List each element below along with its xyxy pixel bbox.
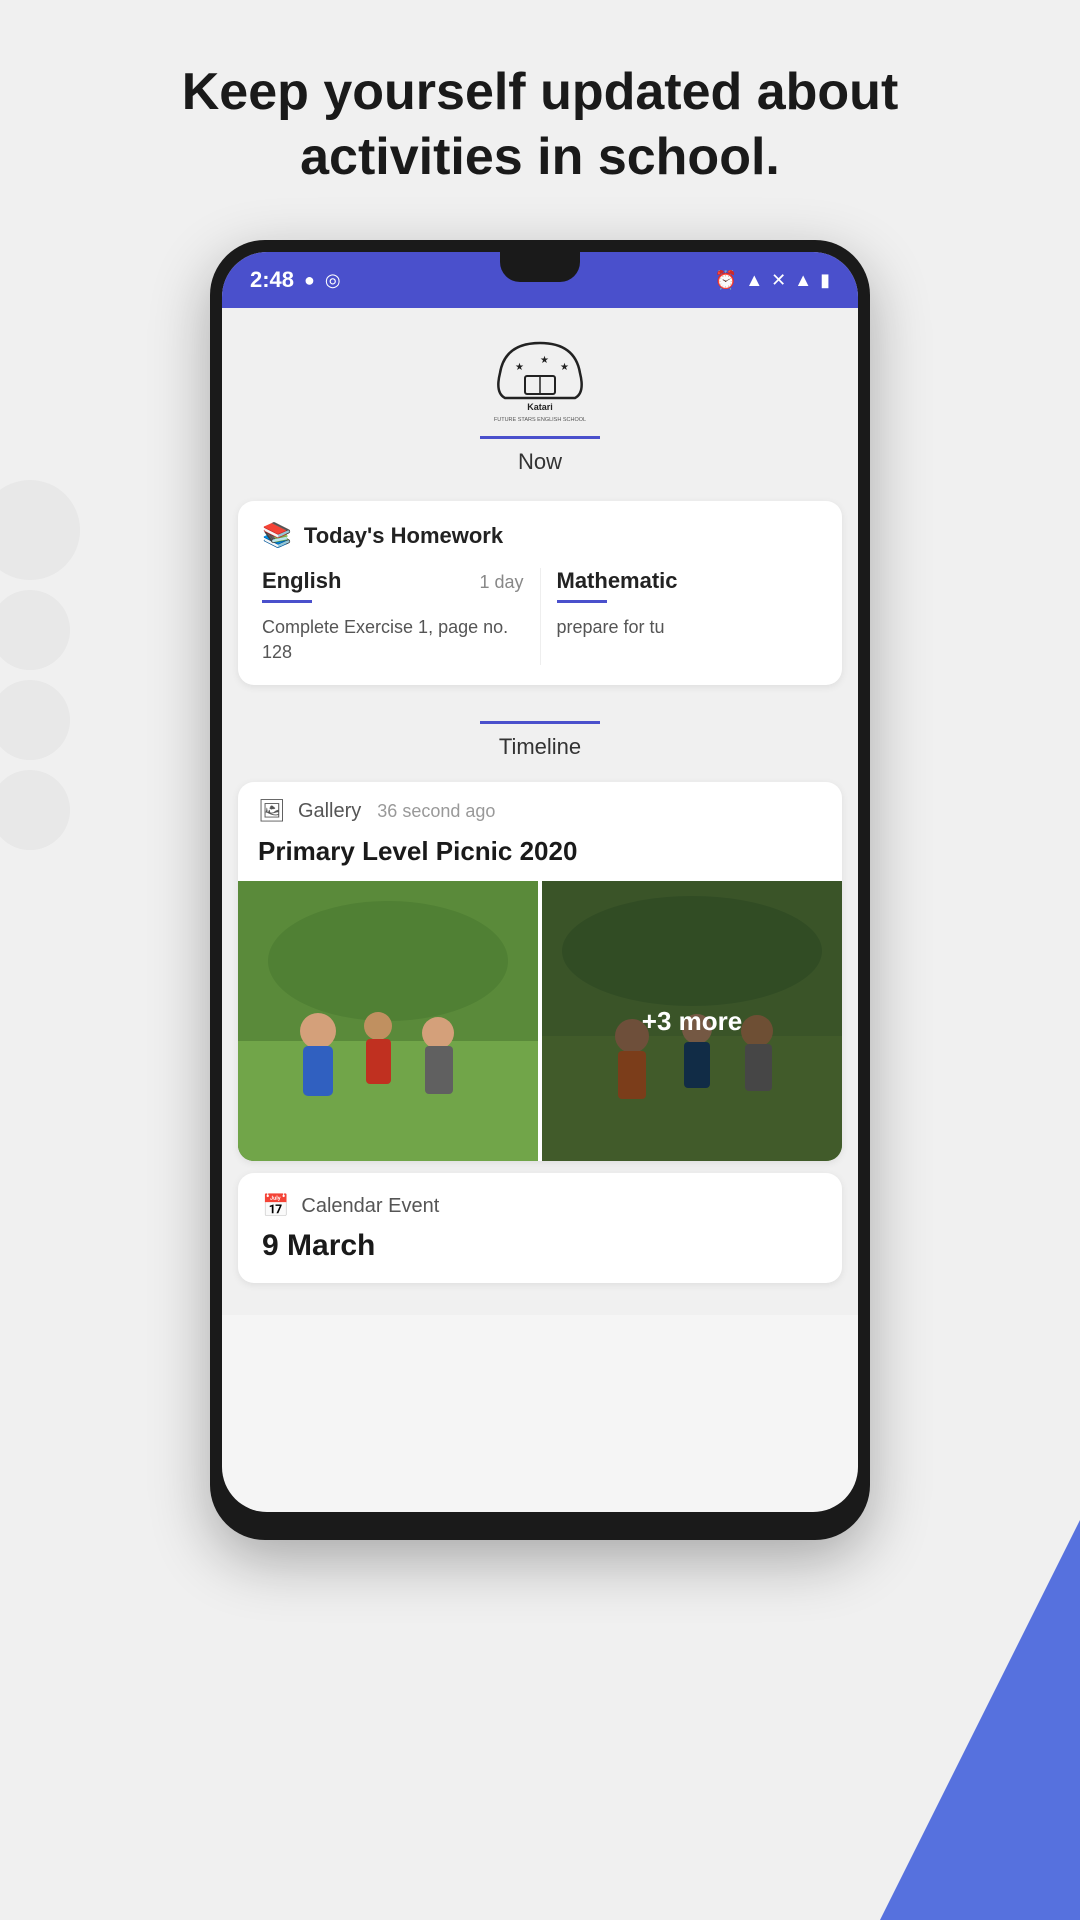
gallery-image-1[interactable] <box>238 881 538 1161</box>
hw-english-days: 1 day <box>479 572 523 593</box>
gallery-card: 🖼 Gallery 36 second ago Primary Level Pi… <box>238 782 842 1161</box>
bg-triangle-decoration <box>880 1520 1080 1920</box>
status-icon-signal: ▲ <box>794 270 812 291</box>
logo-section: ★ ★ ★ Katari FUTURE STARS ENGLISH SCHOOL <box>222 308 858 485</box>
notch <box>500 252 580 282</box>
timeline-label[interactable]: Timeline <box>499 734 581 760</box>
gallery-image-2[interactable]: +3 more <box>542 881 842 1161</box>
homework-card-title: Today's Homework <box>304 523 503 549</box>
more-overlay: +3 more <box>542 881 842 1161</box>
app-content: ★ ★ ★ Katari FUTURE STARS ENGLISH SCHOOL <box>222 308 858 1315</box>
status-icon-spotify: ● <box>304 270 315 291</box>
phone-screen: 2:48 ● ◎ ⏰ ▲ ✕ ▲ ▮ <box>222 252 858 1512</box>
status-icon-alarm: ⏰ <box>715 270 737 291</box>
timeline-underline <box>480 721 600 724</box>
now-tab-label[interactable]: Now <box>518 449 562 475</box>
status-icon-wifi: ▲ <box>745 270 763 291</box>
hw-math-underline <box>557 600 607 603</box>
gallery-images-row: +3 more <box>238 881 842 1161</box>
homework-item-english: English 1 day Complete Exercise 1, page … <box>262 568 540 665</box>
homework-card-header: 📚 Today's Homework <box>262 521 818 550</box>
calendar-card: 📅 Calendar Event 9 March <box>238 1173 842 1283</box>
homework-row: English 1 day Complete Exercise 1, page … <box>262 568 818 665</box>
status-time: 2:48 <box>250 267 294 293</box>
status-icon-battery: ▮ <box>820 270 830 291</box>
logo-svg: ★ ★ ★ Katari FUTURE STARS ENGLISH SCHOOL <box>485 338 595 428</box>
hw-math-subject-row: Mathematic <box>557 568 819 594</box>
more-count-text: +3 more <box>642 1006 742 1037</box>
calendar-icon: 📅 <box>262 1193 289 1219</box>
gallery-time: 36 second ago <box>377 801 495 822</box>
svg-text:Katari: Katari <box>527 402 553 412</box>
homework-icon: 📚 <box>262 521 292 550</box>
phone-wrapper: 2:48 ● ◎ ⏰ ▲ ✕ ▲ ▮ <box>0 230 1080 1580</box>
svg-text:★: ★ <box>515 362 524 373</box>
svg-text:FUTURE STARS ENGLISH SCHOOL: FUTURE STARS ENGLISH SCHOOL <box>494 417 586 423</box>
homework-item-math: Mathematic prepare for tu <box>540 568 819 665</box>
svg-text:★: ★ <box>540 355 549 366</box>
calendar-event-date: 9 March <box>262 1229 818 1263</box>
hw-english-subject-row: English 1 day <box>262 568 524 594</box>
status-bar: 2:48 ● ◎ ⏰ ▲ ✕ ▲ ▮ <box>222 252 858 308</box>
gallery-icon: 🖼 <box>258 798 286 824</box>
gallery-type: Gallery <box>298 800 361 823</box>
svg-text:★: ★ <box>560 362 569 373</box>
calendar-card-header: 📅 Calendar Event <box>262 1193 818 1219</box>
timeline-section: Timeline <box>222 701 858 770</box>
status-icon-x: ✕ <box>771 270 786 291</box>
status-right-icons: ⏰ ▲ ✕ ▲ ▮ <box>715 270 830 291</box>
status-left-icons: 2:48 ● ◎ <box>250 267 341 293</box>
school-logo: ★ ★ ★ Katari FUTURE STARS ENGLISH SCHOOL <box>485 338 595 428</box>
hw-english-desc: Complete Exercise 1, page no. 128 <box>262 615 524 665</box>
hw-english-subject: English <box>262 568 341 594</box>
gallery-card-header: 🖼 Gallery 36 second ago <box>238 782 842 836</box>
hw-math-desc: prepare for tu <box>557 615 819 640</box>
calendar-event-type: Calendar Event <box>301 1195 439 1218</box>
hero-title: Keep yourself updated about activities i… <box>0 0 1080 230</box>
status-icon-whatsapp: ◎ <box>325 270 341 291</box>
gallery-post-title: Primary Level Picnic 2020 <box>238 836 842 881</box>
homework-card: 📚 Today's Homework English 1 day Complet… <box>238 501 842 685</box>
hw-english-underline <box>262 600 312 603</box>
now-tab-underline <box>480 436 600 439</box>
hw-math-subject: Mathematic <box>557 568 678 594</box>
phone-frame: 2:48 ● ◎ ⏰ ▲ ✕ ▲ ▮ <box>210 240 870 1540</box>
